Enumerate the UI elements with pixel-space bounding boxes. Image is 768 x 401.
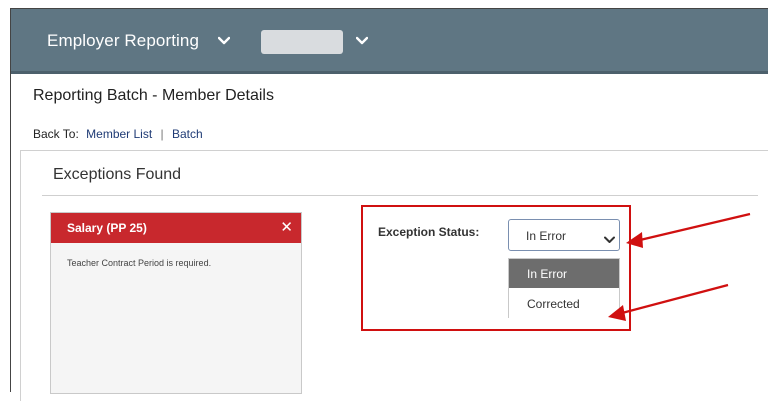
annotation-arrows: [608, 212, 751, 321]
annotation-arrow-to-corrected: [608, 283, 729, 321]
annotation-arrow-to-select: [626, 212, 751, 248]
